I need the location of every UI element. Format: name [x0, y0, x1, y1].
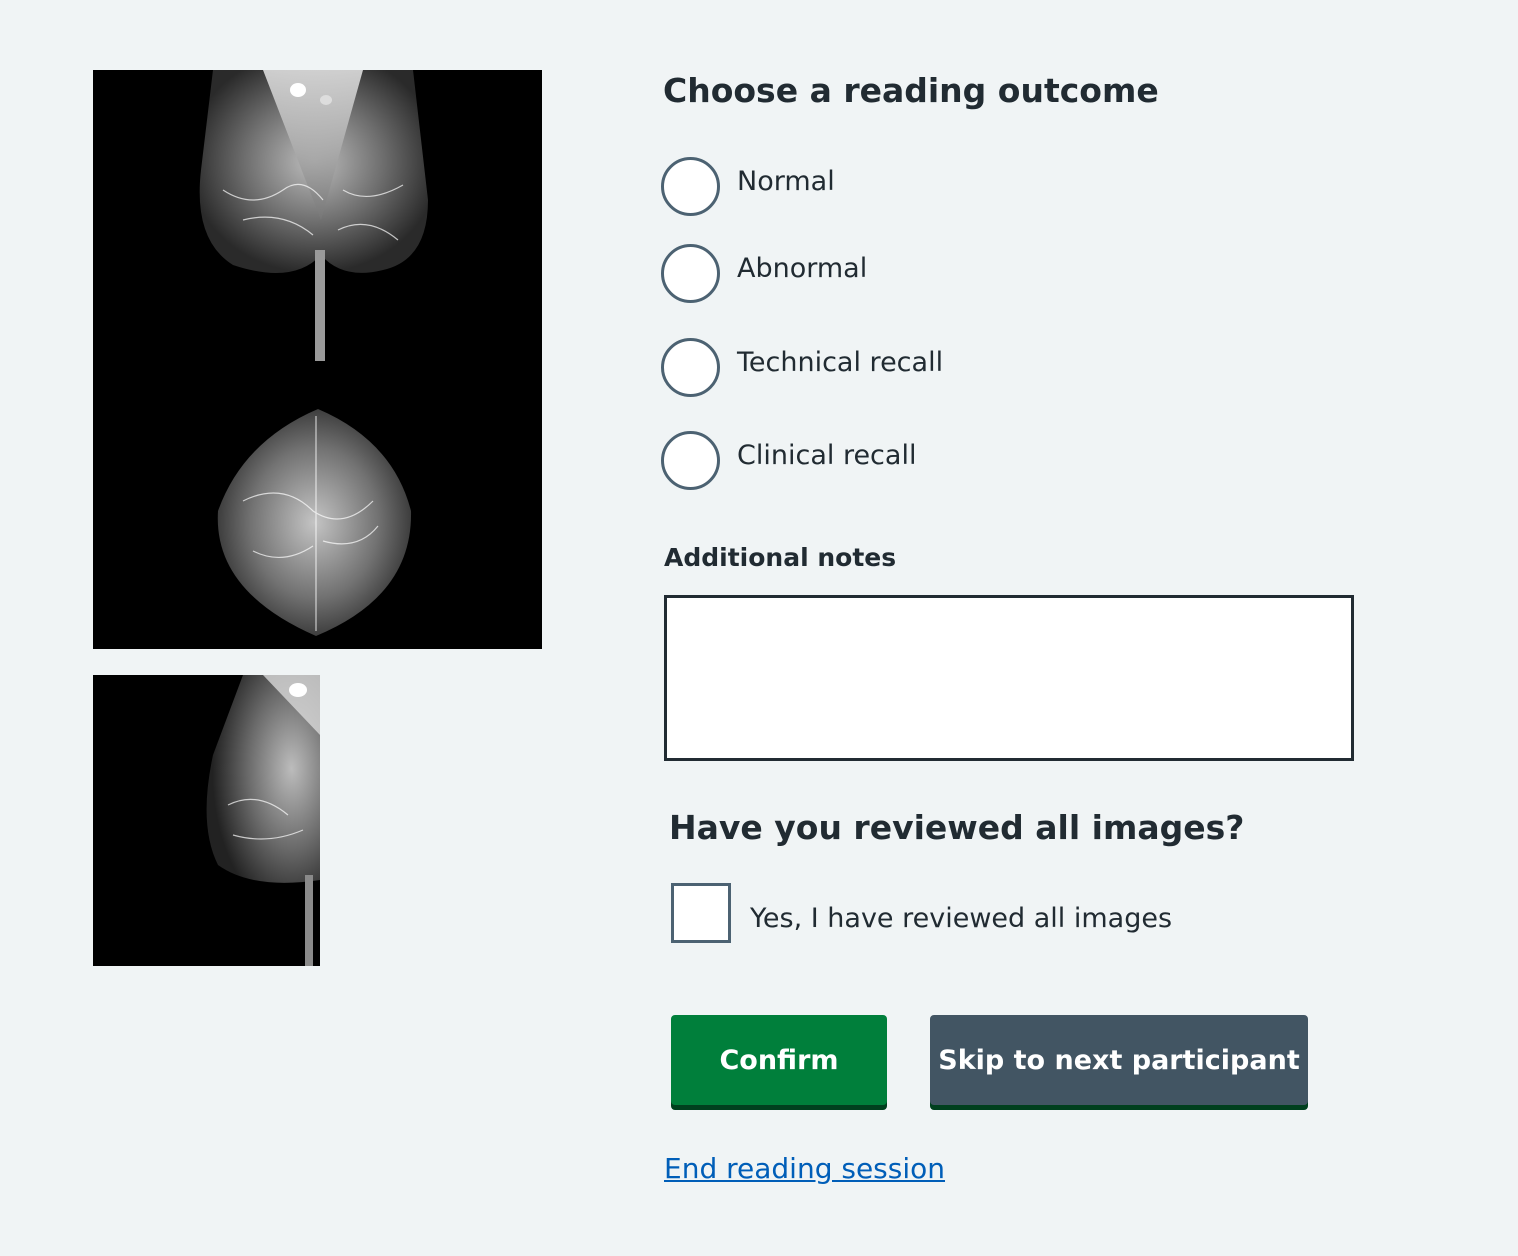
radio-label-technical-recall: Technical recall — [737, 347, 944, 378]
notes-label: Additional notes — [664, 543, 897, 572]
mlo-view-image[interactable] — [93, 70, 542, 361]
skip-participant-button[interactable]: Skip to next participant — [930, 1015, 1308, 1105]
reading-form: Choose a reading outcome Normal Abnormal… — [661, 0, 1461, 1256]
radio-icon[interactable] — [661, 338, 720, 397]
radio-option-technical-recall[interactable]: Technical recall — [661, 338, 1061, 398]
radio-option-abnormal[interactable]: Abnormal — [661, 244, 1061, 304]
notes-textarea[interactable] — [664, 595, 1354, 761]
radio-label-clinical-recall: Clinical recall — [737, 440, 917, 471]
reading-page: Choose a reading outcome Normal Abnormal… — [0, 0, 1518, 1256]
checkbox-icon[interactable] — [671, 883, 731, 943]
radio-label-normal: Normal — [737, 166, 835, 197]
radio-icon[interactable] — [661, 157, 720, 216]
partial-view-image[interactable] — [93, 675, 320, 966]
reviewed-checkbox-row[interactable]: Yes, I have reviewed all images — [671, 883, 1231, 943]
partial-mammogram-graphic — [206, 675, 320, 966]
end-session-link[interactable]: End reading session — [664, 1150, 945, 1188]
radio-option-clinical-recall[interactable]: Clinical recall — [661, 431, 1061, 491]
cc-mammogram-graphic — [217, 409, 412, 636]
outcome-heading: Choose a reading outcome — [663, 71, 1159, 110]
cc-view-image[interactable] — [93, 361, 542, 649]
radio-option-normal[interactable]: Normal — [661, 157, 1061, 217]
review-heading: Have you reviewed all images? — [669, 808, 1245, 847]
radio-icon[interactable] — [661, 431, 720, 490]
radio-label-abnormal: Abnormal — [737, 253, 868, 284]
mlo-mammogram-graphic — [199, 70, 428, 361]
reviewed-checkbox-label: Yes, I have reviewed all images — [750, 903, 1173, 934]
confirm-button[interactable]: Confirm — [671, 1015, 887, 1105]
radio-icon[interactable] — [661, 244, 720, 303]
